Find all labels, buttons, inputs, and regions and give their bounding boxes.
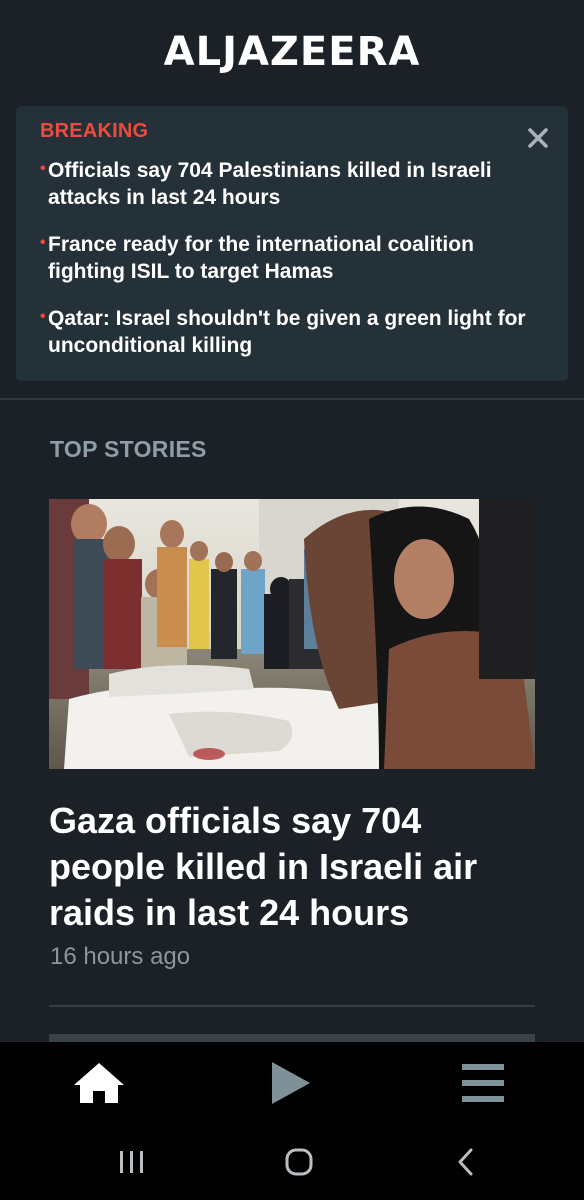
lead-story-timestamp: 16 hours ago (50, 943, 191, 970)
nav-video-button[interactable] (264, 1058, 318, 1108)
bottom-nav (0, 1042, 584, 1124)
system-back-button[interactable] (448, 1144, 484, 1180)
breaking-item-text: Officials say 704 Palestinians killed in… (48, 159, 492, 209)
divider (49, 1005, 535, 1007)
nav-menu-button[interactable] (456, 1058, 510, 1108)
close-icon (528, 128, 548, 148)
breaking-item[interactable]: • France ready for the international coa… (40, 231, 544, 285)
aljazeera-logo[interactable]: ALJAZEERA (164, 29, 421, 75)
divider (0, 398, 584, 400)
breaking-item-text: France ready for the international coali… (48, 233, 474, 283)
bullet-dot: • (40, 234, 46, 251)
breaking-item[interactable]: • Officials say 704 Palestinians killed … (40, 157, 544, 211)
system-nav-bar (0, 1124, 584, 1200)
section-title-top-stories: TOP STORIES (50, 436, 207, 462)
nav-home-button[interactable] (72, 1058, 126, 1108)
close-breaking-button[interactable] (526, 126, 550, 150)
breaking-list: • Officials say 704 Palestinians killed … (40, 157, 544, 359)
recent-apps-button[interactable] (114, 1144, 150, 1180)
lead-story-photo (49, 499, 535, 769)
lead-story-headline[interactable]: Gaza officials say 704 people killed in … (49, 798, 539, 936)
breaking-label: BREAKING (40, 120, 149, 142)
recent-apps-icon (120, 1151, 143, 1173)
system-home-button[interactable] (281, 1144, 317, 1180)
home-circle-icon (285, 1148, 313, 1176)
bullet-dot: • (40, 308, 46, 325)
home-icon (74, 1063, 124, 1103)
breaking-news-panel: BREAKING • Officials say 704 Palestinian… (16, 106, 568, 381)
lead-story-image[interactable] (49, 499, 535, 769)
menu-icon (462, 1064, 504, 1102)
breaking-item-text: Qatar: Israel shouldn't be given a green… (48, 307, 526, 357)
breaking-item[interactable]: • Qatar: Israel shouldn't be given a gre… (40, 305, 544, 359)
bullet-dot: • (40, 160, 46, 177)
play-icon (272, 1062, 310, 1104)
back-icon (458, 1148, 473, 1176)
app-header: ALJAZEERA (0, 0, 584, 104)
